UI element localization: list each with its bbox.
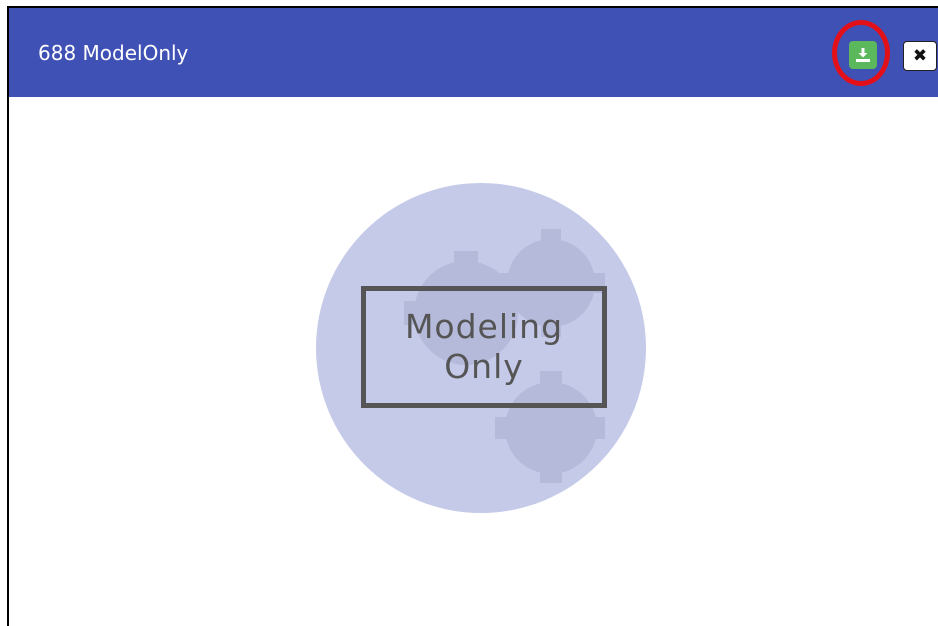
modeling-only-placeholder: Modeling Only (316, 183, 646, 513)
close-icon: ✖ (912, 45, 928, 66)
dialog-titlebar: 688 ModelOnly ✖ (9, 8, 938, 97)
stamp-line-2: Only (444, 347, 524, 386)
download-button[interactable] (849, 41, 877, 69)
stamp-line-1: Modeling (404, 307, 564, 346)
download-icon (856, 48, 870, 62)
modeling-only-stamp: Modeling Only (361, 286, 607, 408)
dialog-title: 688 ModelOnly (38, 41, 189, 65)
model-dialog: 688 ModelOnly ✖ Modeling Only (7, 6, 938, 626)
close-button[interactable]: ✖ (903, 41, 937, 71)
dialog-content: Modeling Only (9, 97, 938, 626)
